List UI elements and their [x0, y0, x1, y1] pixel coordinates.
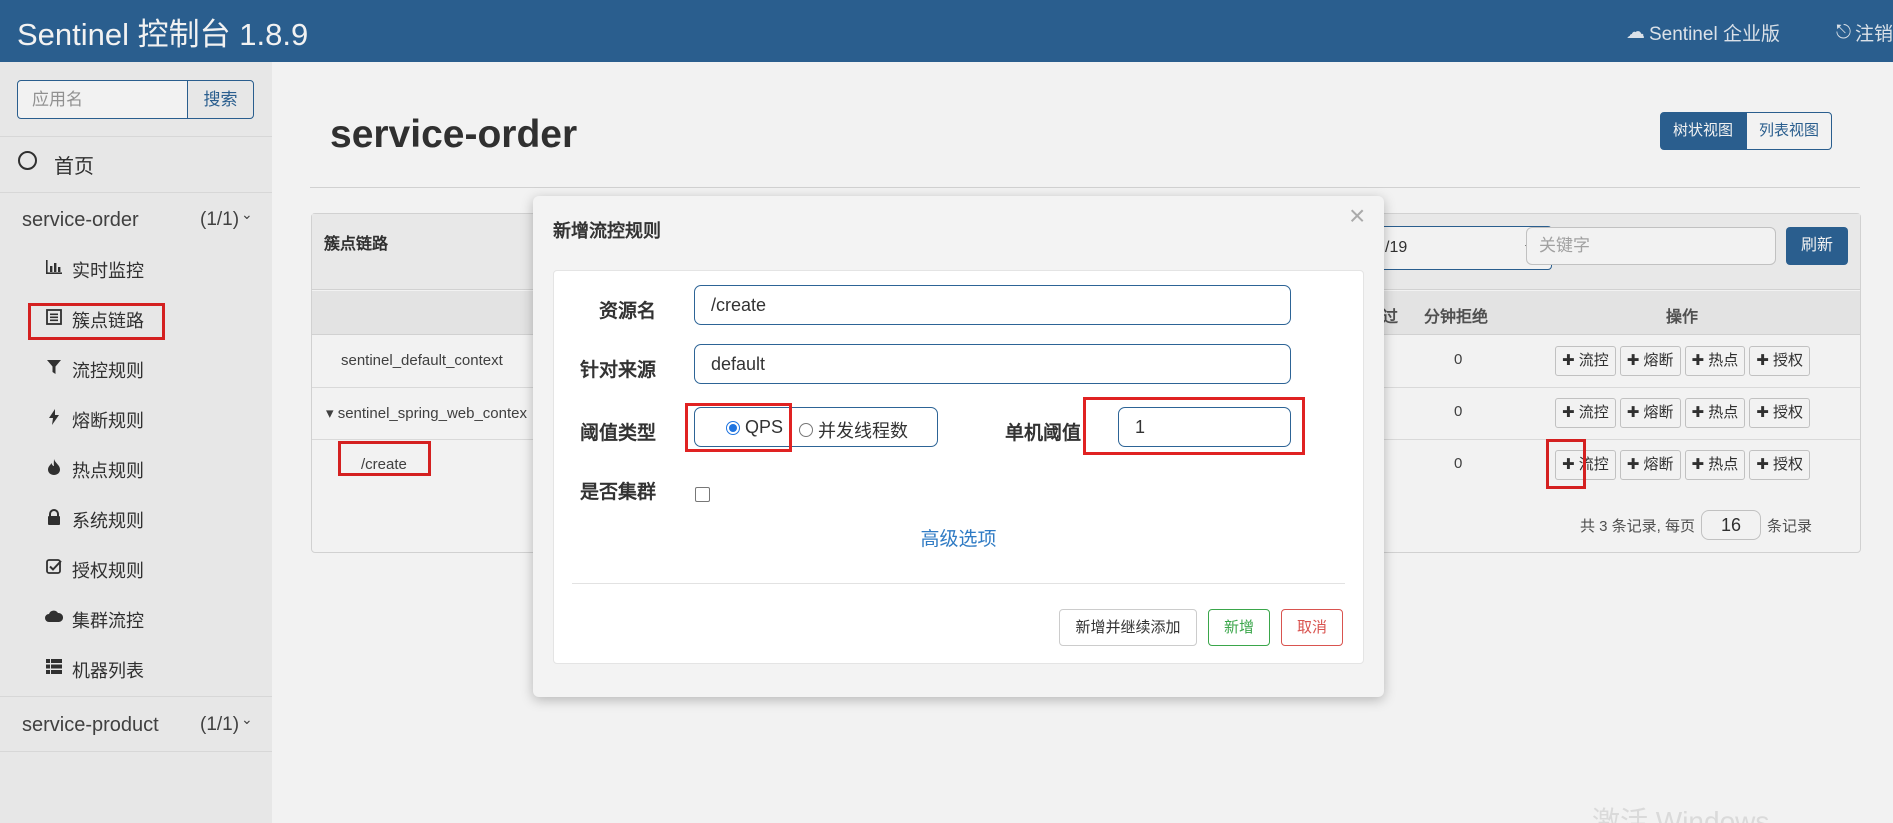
close-icon[interactable]: ×	[1349, 202, 1365, 230]
radio-unselected-icon	[799, 423, 813, 437]
resource-label: 资源名	[599, 301, 657, 322]
add-and-continue-button[interactable]: 新增并继续添加	[1059, 609, 1197, 646]
advanced-options-link[interactable]: 高级选项	[554, 524, 1363, 551]
radio-label: 并发线程数	[818, 421, 908, 441]
highlight-box	[685, 403, 792, 452]
cancel-button[interactable]: 取消	[1281, 609, 1343, 646]
dialog-form: 资源名 /create 针对来源 default 阈值类型 QPS 并发线程数 …	[553, 270, 1364, 664]
cluster-mode-checkbox[interactable]	[695, 487, 710, 502]
grade-option-threads[interactable]: 并发线程数	[799, 417, 908, 443]
highlight-box	[1083, 397, 1305, 455]
count-label: 单机阈值	[1005, 423, 1082, 444]
grade-label: 阈值类型	[580, 423, 657, 444]
limit-origin-field[interactable]: default	[694, 344, 1291, 384]
dialog-title: 新增流控规则	[553, 221, 661, 241]
divider	[572, 583, 1345, 584]
cluster-label: 是否集群	[580, 482, 657, 503]
add-button[interactable]: 新增	[1208, 609, 1270, 646]
resource-name-field[interactable]: /create	[694, 285, 1291, 325]
origin-label: 针对来源	[580, 360, 657, 381]
